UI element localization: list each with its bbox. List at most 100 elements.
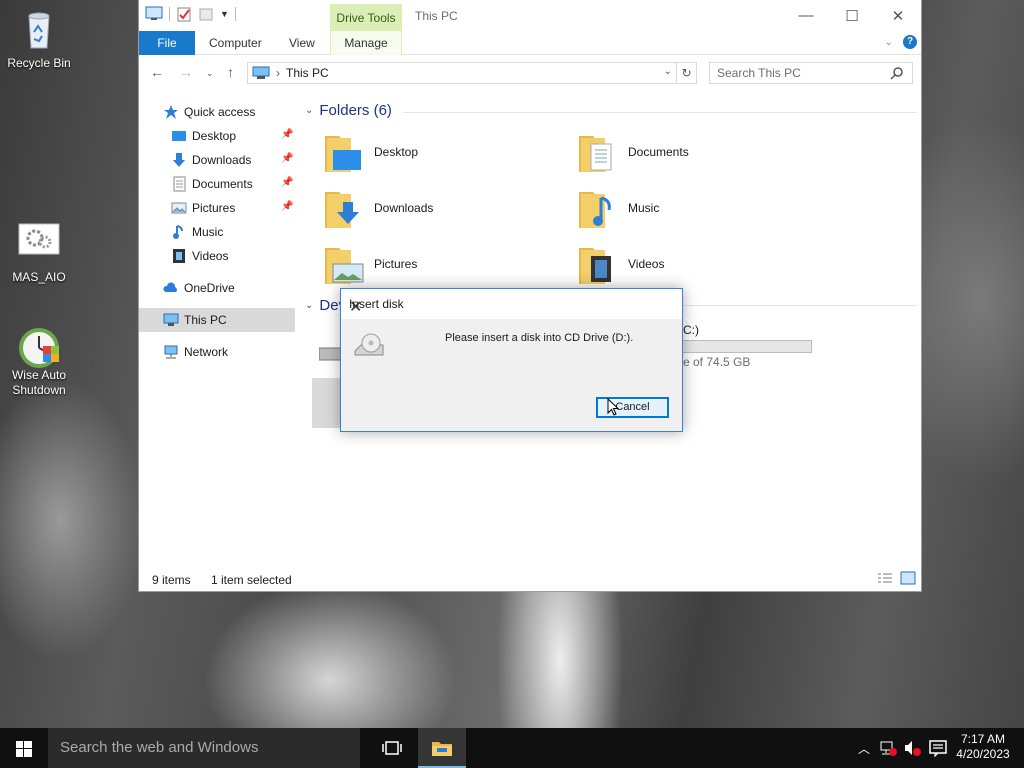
music-note-icon xyxy=(173,225,183,239)
help-icon[interactable]: ? xyxy=(903,35,917,49)
desktop-icon-label: Recycle Bin xyxy=(7,56,71,70)
windows-start-icon[interactable] xyxy=(16,741,32,760)
sidebar-item-this-pc[interactable]: This PC xyxy=(139,308,295,332)
clock-date: 4/20/2023 xyxy=(956,747,1010,761)
sidebar-item-downloads[interactable]: Downloads 📌 xyxy=(139,148,295,172)
document-icon xyxy=(173,176,186,192)
folders-section-header[interactable]: ⌄ Folders (6) xyxy=(305,102,392,119)
sidebar-item-quick-access[interactable]: Quick access xyxy=(139,100,295,124)
file-explorer-icon xyxy=(432,742,452,756)
folder-tile-documents[interactable]: Documents xyxy=(577,128,689,176)
search-icon xyxy=(890,67,903,80)
sidebar-item-documents[interactable]: Documents 📌 xyxy=(139,172,295,196)
status-bar: 9 items 1 item selected xyxy=(139,570,921,590)
drive-space-text: e of 74.5 GB xyxy=(683,355,751,369)
action-center-icon[interactable] xyxy=(929,739,947,760)
desktop-icon-recycle-bin[interactable]: Recycle Bin xyxy=(2,8,76,71)
folder-music-icon xyxy=(577,186,625,230)
address-dropdown-icon[interactable]: ⌄ xyxy=(664,66,672,77)
item-count: 9 items xyxy=(152,573,191,587)
close-button[interactable]: ✕ xyxy=(875,0,921,31)
address-bar[interactable]: › This PC ⌄ ↻ xyxy=(247,62,697,84)
chevron-down-icon: ⌄ xyxy=(305,300,314,311)
folder-label: Downloads xyxy=(374,201,434,215)
folder-desktop-icon xyxy=(323,130,371,174)
sidebar-item-label: This PC xyxy=(184,313,227,327)
sidebar-item-label: Downloads xyxy=(192,153,252,167)
sidebar-item-onedrive[interactable]: OneDrive xyxy=(139,276,295,300)
breadcrumb: This PC xyxy=(286,66,329,80)
folder-videos-icon xyxy=(577,242,625,286)
folder-label: Videos xyxy=(628,257,665,271)
dialog-message: Please insert a disk into CD Drive (D:). xyxy=(445,332,634,344)
folder-tile-desktop[interactable]: Desktop xyxy=(323,128,418,176)
sidebar-item-pictures[interactable]: Pictures 📌 xyxy=(139,196,295,220)
pin-icon[interactable]: 📌 xyxy=(281,177,293,188)
folder-pictures-icon xyxy=(323,242,371,286)
refresh-icon[interactable]: ↻ xyxy=(676,63,696,83)
sidebar-item-label: Documents xyxy=(192,177,253,191)
task-view-icon[interactable] xyxy=(382,740,402,759)
chevron-down-icon: ⌄ xyxy=(305,105,314,116)
computer-icon[interactable] xyxy=(145,6,163,22)
network-status-icon[interactable] xyxy=(880,740,898,759)
tab-manage[interactable]: Manage xyxy=(330,31,402,55)
selected-cd-drive-tile[interactable] xyxy=(312,378,342,428)
folder-tile-downloads[interactable]: Downloads xyxy=(323,184,433,232)
drive-tools-context-tab: Drive Tools xyxy=(330,4,402,32)
title-bar: ▼ Drive Tools This PC — ☐ ✕ xyxy=(139,0,921,32)
properties-icon[interactable] xyxy=(176,6,192,22)
tab-computer[interactable]: Computer xyxy=(209,31,262,55)
show-hidden-icons-icon[interactable]: ︿ xyxy=(858,740,870,757)
mouse-cursor-icon xyxy=(607,398,619,416)
forward-arrow-icon[interactable]: → xyxy=(179,64,193,80)
folder-label: Documents xyxy=(628,145,689,159)
volume-muted-icon[interactable] xyxy=(904,740,922,759)
taskbar-file-explorer-button[interactable] xyxy=(418,728,466,768)
search-input[interactable]: Search This PC xyxy=(709,62,913,84)
recent-locations-icon[interactable]: ⌄ xyxy=(206,68,214,79)
customize-qat-icon[interactable]: ▼ xyxy=(220,9,229,19)
folder-documents-icon xyxy=(577,130,625,174)
pin-icon[interactable]: 📌 xyxy=(281,129,293,140)
sidebar-item-label: Quick access xyxy=(184,105,256,119)
tab-file[interactable]: File xyxy=(139,31,195,55)
desktop-icon xyxy=(172,131,186,141)
up-arrow-icon[interactable]: ↑ xyxy=(227,64,234,80)
sidebar-item-label: Videos xyxy=(192,249,229,263)
desktop-icon-wise-auto-shutdown[interactable]: Wise Auto Shutdown xyxy=(2,320,76,398)
dialog-close-button[interactable]: ✕ xyxy=(349,297,674,317)
dialog-title-bar: Insert disk ✕ xyxy=(341,289,682,319)
download-arrow-icon xyxy=(173,153,185,167)
sidebar-item-music[interactable]: Music xyxy=(139,220,295,244)
folder-downloads-icon xyxy=(323,186,371,230)
folder-tile-music[interactable]: Music xyxy=(577,184,659,232)
pin-icon[interactable]: 📌 xyxy=(281,153,293,164)
picture-icon xyxy=(171,202,187,214)
sidebar-item-label: OneDrive xyxy=(184,281,235,295)
desktop-icon-label: MAS_AIO xyxy=(12,270,66,284)
expand-ribbon-icon[interactable]: ⌄ xyxy=(885,37,893,48)
sidebar-item-videos[interactable]: Videos xyxy=(139,244,295,268)
drive-usage-bar xyxy=(681,340,812,353)
sidebar-item-network[interactable]: Network xyxy=(139,340,295,364)
back-arrow-icon[interactable]: ← xyxy=(150,64,164,80)
sidebar-item-desktop[interactable]: Desktop 📌 xyxy=(139,124,295,148)
computer-icon xyxy=(163,313,179,326)
taskbar-clock[interactable]: 7:17 AM 4/20/2023 xyxy=(952,732,1014,762)
minimize-button[interactable]: — xyxy=(783,0,829,31)
pin-icon[interactable]: 📌 xyxy=(281,201,293,212)
cd-drive-icon xyxy=(353,331,385,366)
alarm-clock-icon xyxy=(17,320,61,368)
desktop-icon-mas-aio[interactable]: MAS_AIO xyxy=(2,222,76,285)
maximize-button[interactable]: ☐ xyxy=(829,0,875,31)
new-folder-icon[interactable] xyxy=(198,6,214,22)
large-icons-view-icon[interactable] xyxy=(900,571,916,588)
film-icon xyxy=(173,249,185,263)
sidebar-item-label: Desktop xyxy=(192,129,237,143)
taskbar-search-box[interactable]: Search the web and Windows xyxy=(48,728,360,768)
details-view-icon[interactable] xyxy=(877,572,893,587)
folder-tile-videos[interactable]: Videos xyxy=(577,240,664,288)
folder-tile-pictures[interactable]: Pictures xyxy=(323,240,417,288)
tab-view[interactable]: View xyxy=(289,31,315,55)
